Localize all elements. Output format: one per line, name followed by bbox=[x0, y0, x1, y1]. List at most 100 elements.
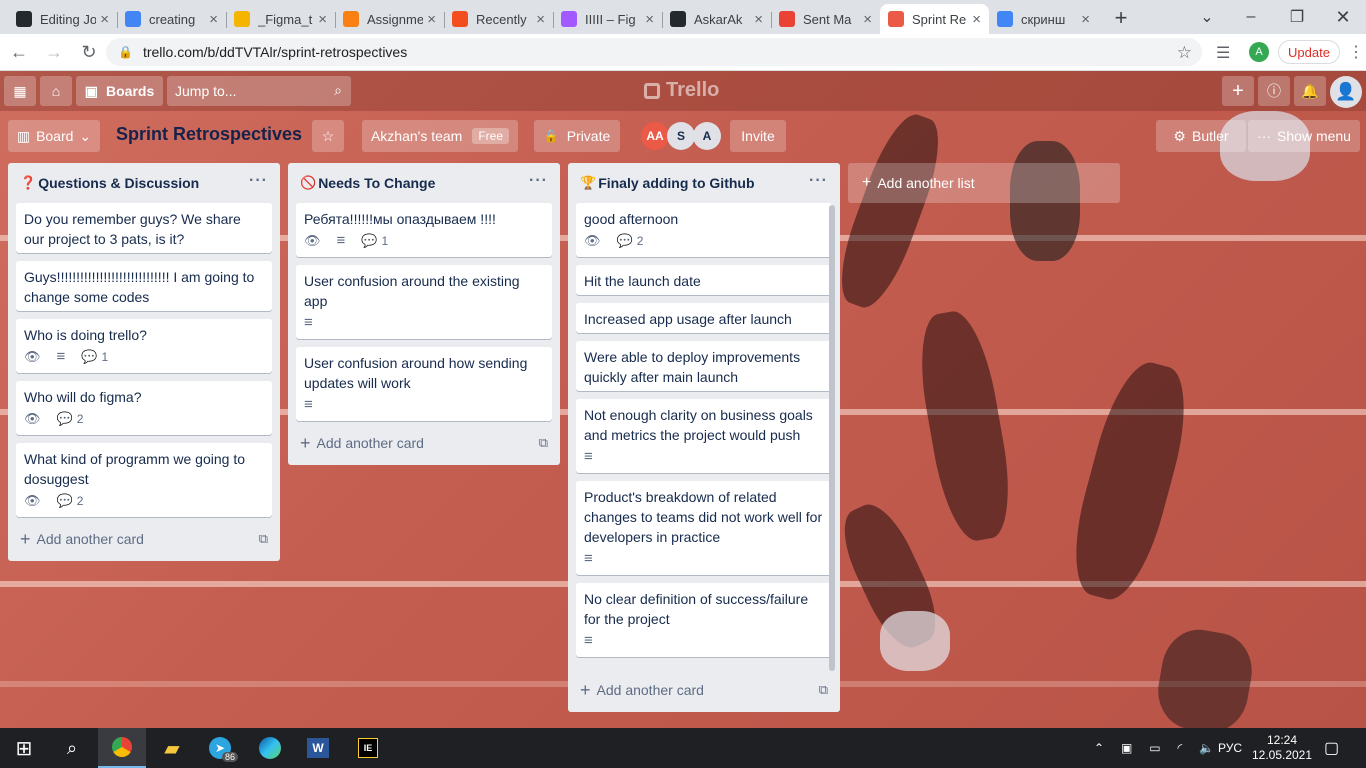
star-board-icon[interactable]: ☆ bbox=[312, 120, 344, 152]
card[interactable]: What kind of programm we going to dosugg… bbox=[16, 443, 272, 517]
card-template-icon[interactable]: ⧉ bbox=[259, 531, 268, 547]
edge-icon[interactable] bbox=[246, 728, 294, 768]
search-icon: ⌕ bbox=[334, 82, 342, 98]
chevron-up-icon[interactable]: ⌃ bbox=[1094, 741, 1104, 755]
card[interactable]: Who is doing trello? 👁 ≡ 💬 1 bbox=[16, 319, 272, 373]
minimize-button[interactable]: – bbox=[1228, 0, 1274, 34]
clock[interactable]: 12:24 12.05.2021 bbox=[1252, 728, 1312, 768]
create-plus-icon[interactable]: + bbox=[1222, 76, 1254, 106]
card[interactable]: good afternoon 👁 💬 2 bbox=[576, 203, 832, 257]
word-icon[interactable]: W bbox=[294, 728, 342, 768]
add-card-button[interactable]: + Add another card ⧉ bbox=[568, 676, 840, 704]
card[interactable]: No clear definition of success/failure f… bbox=[576, 583, 832, 657]
home-icon[interactable]: ⌂ bbox=[40, 76, 72, 106]
close-window-button[interactable]: ✕ bbox=[1320, 0, 1366, 34]
member-avatar[interactable]: A bbox=[693, 122, 721, 150]
list-menu-icon[interactable]: ··· bbox=[249, 172, 268, 190]
apps-grid-icon[interactable]: ▦ bbox=[4, 76, 36, 106]
add-list-button[interactable]: + Add another list bbox=[848, 163, 1120, 203]
bookmark-star-icon[interactable]: ☆ bbox=[1177, 43, 1192, 63]
browser-tab[interactable]: Sent Ma × bbox=[771, 4, 880, 34]
card-template-icon[interactable]: ⧉ bbox=[819, 682, 828, 698]
address-bar[interactable]: 🔒 trello.com/b/ddTVTAlr/sprint-retrospec… bbox=[106, 38, 1202, 66]
browser-tab[interactable]: Recently × bbox=[444, 4, 553, 34]
info-icon[interactable]: ⓘ bbox=[1258, 76, 1290, 106]
new-tab-button[interactable]: + bbox=[1106, 3, 1136, 33]
close-tab-icon[interactable]: × bbox=[863, 11, 872, 28]
list-scrollbar[interactable] bbox=[829, 205, 835, 671]
back-button[interactable]: ← bbox=[3, 36, 35, 68]
user-avatar-icon[interactable]: 👤 bbox=[1330, 76, 1362, 108]
add-card-button[interactable]: + Add another card ⧉ bbox=[288, 429, 560, 457]
card[interactable]: Product's breakdown of related changes t… bbox=[576, 481, 832, 575]
trello-logo[interactable]: Trello bbox=[644, 79, 719, 102]
notification-center-icon[interactable]: ▢ bbox=[1324, 728, 1339, 768]
team-button[interactable]: Akzhan's team Free bbox=[362, 120, 518, 152]
reading-list-icon[interactable]: ☰ bbox=[1216, 43, 1230, 63]
card[interactable]: User confusion around the existing app ≡ bbox=[296, 265, 552, 339]
forward-button[interactable]: → bbox=[38, 36, 70, 68]
browser-tab[interactable]: скринш × bbox=[989, 4, 1098, 34]
browser-tab[interactable]: IIIII – Fig × bbox=[553, 4, 662, 34]
card[interactable]: Who will do figma? 👁 💬 2 bbox=[16, 381, 272, 435]
close-tab-icon[interactable]: × bbox=[1081, 11, 1090, 28]
search-icon[interactable]: ⌕ bbox=[48, 728, 96, 768]
invite-button[interactable]: Invite bbox=[730, 120, 786, 152]
intellij-icon[interactable]: IE bbox=[344, 728, 392, 768]
board-title[interactable]: Sprint Retrospectives bbox=[116, 124, 302, 145]
language-indicator[interactable]: РУС bbox=[1218, 728, 1242, 768]
card[interactable]: Hit the launch date bbox=[576, 265, 832, 295]
browser-tab[interactable]: creating × bbox=[117, 4, 226, 34]
card[interactable]: Guys!!!!!!!!!!!!!!!!!!!!!!!!!!!!! I am g… bbox=[16, 261, 272, 311]
wifi-icon[interactable]: ◜ bbox=[1177, 741, 1182, 755]
card[interactable]: Do you remember guys? We share our proje… bbox=[16, 203, 272, 253]
tab-search-icon[interactable]: ⌄ bbox=[1184, 0, 1230, 34]
board-view-switcher[interactable]: ▥ Board ⌄ bbox=[8, 120, 100, 152]
notification-bell-icon[interactable]: 🔔 bbox=[1294, 76, 1326, 106]
card[interactable]: User confusion around how sending update… bbox=[296, 347, 552, 421]
browser-tab[interactable]: Assignme × bbox=[335, 4, 444, 34]
close-tab-icon[interactable]: × bbox=[209, 11, 218, 28]
visibility-button[interactable]: 🔒 Private bbox=[534, 120, 620, 152]
close-tab-icon[interactable]: × bbox=[318, 11, 327, 28]
camera-icon[interactable]: ▣ bbox=[1121, 741, 1132, 755]
list-header[interactable]: ❓ Questions & Discussion ··· bbox=[8, 163, 280, 203]
list-menu-icon[interactable]: ··· bbox=[809, 172, 828, 190]
card[interactable]: Increased app usage after launch bbox=[576, 303, 832, 333]
member-avatar[interactable]: S bbox=[667, 122, 695, 150]
add-card-button[interactable]: + Add another card ⧉ bbox=[8, 525, 280, 553]
browser-menu-icon[interactable]: ⋮ bbox=[1348, 42, 1364, 62]
profile-avatar[interactable]: A bbox=[1249, 42, 1269, 62]
update-button[interactable]: Update bbox=[1278, 40, 1340, 64]
jump-search-input[interactable]: Jump to... ⌕ bbox=[167, 76, 351, 106]
list-header[interactable]: 🚫 Needs To Change ··· bbox=[288, 163, 560, 203]
file-explorer-icon[interactable]: ▰ bbox=[148, 728, 196, 768]
windows-start-icon[interactable]: ⊞ bbox=[0, 728, 48, 768]
volume-icon[interactable]: 🔈 bbox=[1199, 741, 1214, 755]
close-tab-icon[interactable]: × bbox=[427, 11, 436, 28]
chrome-taskbar-icon[interactable] bbox=[98, 728, 146, 768]
close-tab-icon[interactable]: × bbox=[645, 11, 654, 28]
card[interactable]: Ребята!!!!!!мы опаздываем !!!! 👁 ≡ 💬 1 bbox=[296, 203, 552, 257]
close-tab-icon[interactable]: × bbox=[972, 11, 981, 28]
butler-button[interactable]: ⚙ Butler bbox=[1156, 120, 1246, 152]
telegram-icon[interactable]: ➤ 86 bbox=[196, 728, 244, 768]
card[interactable]: Were able to deploy improvements quickly… bbox=[576, 341, 832, 391]
reload-button[interactable]: ↻ bbox=[73, 36, 105, 68]
close-tab-icon[interactable]: × bbox=[754, 11, 763, 28]
list-header[interactable]: 🏆 Finaly adding to Github ··· bbox=[568, 163, 840, 203]
close-tab-icon[interactable]: × bbox=[100, 11, 109, 28]
battery-icon[interactable]: ▭ bbox=[1149, 741, 1160, 755]
card-template-icon[interactable]: ⧉ bbox=[539, 435, 548, 451]
browser-tab[interactable]: Sprint Re × bbox=[880, 4, 989, 34]
close-tab-icon[interactable]: × bbox=[536, 11, 545, 28]
member-avatar[interactable]: AA bbox=[641, 122, 669, 150]
boards-button[interactable]: ▣ Boards bbox=[76, 76, 163, 106]
list-menu-icon[interactable]: ··· bbox=[529, 172, 548, 190]
browser-tab[interactable]: Editing Jo × bbox=[8, 4, 117, 34]
restore-button[interactable]: ❐ bbox=[1274, 0, 1320, 34]
browser-tab[interactable]: _Figma_t × bbox=[226, 4, 335, 34]
card[interactable]: Not enough clarity on business goals and… bbox=[576, 399, 832, 473]
browser-tab[interactable]: AskarAk × bbox=[662, 4, 771, 34]
show-menu-button[interactable]: ··· Show menu bbox=[1248, 120, 1360, 152]
